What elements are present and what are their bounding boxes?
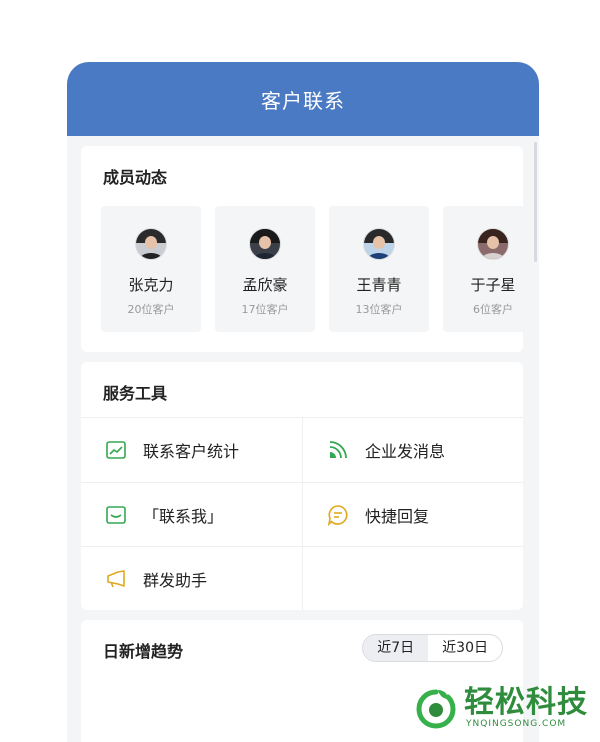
watermark-emblem-icon [416,689,456,729]
avatar [477,228,509,260]
watermark-url: YNQINGSONG.COM [466,719,567,729]
page-title: 客户联系 [261,88,345,113]
tool-quick-reply[interactable]: 快捷回复 [303,483,523,547]
member-card[interactable]: 王青青 13位客户 [329,206,429,332]
tool-label: 企业发消息 [365,442,446,461]
avatar [249,228,281,260]
members-card: 成员动态 张克力 20位客户 孟欣豪 17位客户 王青青 13位客户 于子星 6… [81,146,523,352]
phone-screen: 客户联系 成员动态 张克力 20位客户 孟欣豪 17位客户 王青青 13位客户 … [67,62,539,742]
watermark-text: 轻松科技 [464,685,588,720]
tab-30-days[interactable]: 近30日 [428,635,502,661]
member-count: 17位客户 [241,303,289,316]
tool-label: 快捷回复 [365,507,430,526]
scrollbar[interactable] [534,142,537,262]
tool-enterprise-message[interactable]: 企业发消息 [303,418,523,482]
chart-icon [105,439,127,461]
tool-customer-stats[interactable]: 联系客户统计 [81,418,301,482]
members-title: 成员动态 [103,168,168,187]
member-count: 6位客户 [473,303,513,316]
tools-grid: 联系客户统计 企业发消息 「联系我」 快捷回复 群发助手 [81,417,523,611]
page-header: 客户联系 [67,62,539,136]
tools-title: 服务工具 [103,384,168,403]
tab-7-days[interactable]: 近7日 [363,635,429,661]
member-count: 20位客户 [127,303,175,316]
member-card[interactable]: 孟欣豪 17位客户 [215,206,315,332]
range-toggle[interactable]: 近7日 近30日 [362,634,503,662]
members-list[interactable]: 张克力 20位客户 孟欣豪 17位客户 王青青 13位客户 于子星 6位客户 [101,206,523,332]
member-name: 张克力 [128,276,174,294]
message-icon [105,504,127,526]
watermark-logo: 轻松科技 YNQINGSONG.COM [414,686,588,730]
tool-group-send[interactable]: 群发助手 [81,547,301,611]
tool-label: 群发助手 [143,571,208,590]
member-name: 于子星 [470,276,516,294]
megaphone-icon [105,568,127,590]
member-card[interactable]: 张克力 20位客户 [101,206,201,332]
member-card[interactable]: 于子星 6位客户 [443,206,523,332]
tool-label: 「联系我」 [143,507,224,526]
tool-label: 联系客户统计 [143,442,240,461]
broadcast-icon [327,439,349,461]
tools-card: 服务工具 联系客户统计 企业发消息 「联系我」 快捷回复 群发助手 [81,362,523,611]
trend-title: 日新增趋势 [103,642,184,661]
member-count: 13位客户 [355,303,403,316]
tool-contact-me[interactable]: 「联系我」 [81,483,301,547]
quick-reply-icon [327,504,349,526]
member-name: 孟欣豪 [242,276,288,294]
member-name: 王青青 [356,276,402,294]
avatar [363,228,395,260]
avatar [135,228,167,260]
